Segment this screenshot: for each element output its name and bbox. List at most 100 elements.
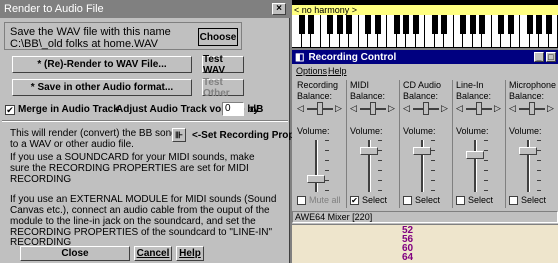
volume-tick xyxy=(325,180,329,181)
mixer-channel: Microphone Balance: ◁ ▷ Volume: Select xyxy=(507,80,558,208)
rerender-button[interactable]: * (Re)-Render to WAV File... xyxy=(12,56,192,73)
volume-tick xyxy=(378,170,382,171)
piano-black-key[interactable] xyxy=(545,14,552,34)
balance-label: Balance: xyxy=(403,91,439,101)
minimize-icon[interactable]: _ xyxy=(534,52,544,62)
volume-slider[interactable] xyxy=(413,146,431,155)
piano-black-key[interactable] xyxy=(336,14,343,34)
merge-label: Merge in Audio Track xyxy=(18,104,119,115)
piano-black-key[interactable] xyxy=(460,14,466,34)
mixer-channel: Recording Balance: ◁ ▷ Volume: Mute all xyxy=(295,80,347,208)
volume-tick xyxy=(378,190,382,191)
harmony-label: < no harmony > xyxy=(294,5,358,15)
save-other-format-button[interactable]: * Save in other Audio format... xyxy=(12,79,192,96)
close-button[interactable]: Close xyxy=(20,246,130,261)
volume-tick xyxy=(484,190,488,191)
piano-black-key[interactable] xyxy=(403,14,409,34)
volume-tick xyxy=(431,150,435,151)
recording-properties-button[interactable]: ⊪ xyxy=(172,128,186,142)
volume-tick xyxy=(537,160,541,161)
volume-track xyxy=(474,140,477,192)
adjust-volume-input[interactable]: 0 xyxy=(222,102,244,116)
mixer-status: AWE64 Mixer [220] xyxy=(292,211,558,223)
piano-black-key[interactable] xyxy=(327,14,333,34)
balance-slider[interactable] xyxy=(317,102,323,115)
piano-black-key[interactable] xyxy=(346,14,352,34)
piano-black-key[interactable] xyxy=(479,14,485,34)
channel-name: Microphone xyxy=(509,80,557,90)
menu-help[interactable]: Help xyxy=(328,65,347,77)
piano-black-key[interactable] xyxy=(365,14,371,34)
help-button[interactable]: Help xyxy=(176,246,204,261)
volume-tick xyxy=(537,170,541,171)
piano-black-key[interactable] xyxy=(536,14,542,34)
balance-slider[interactable] xyxy=(529,102,535,115)
piano-black-key[interactable] xyxy=(498,14,504,34)
menu-options[interactable]: Options xyxy=(296,65,327,77)
volume-tick xyxy=(431,170,435,171)
merge-checkbox[interactable]: ✔ xyxy=(5,105,15,115)
volume-tick xyxy=(484,180,488,181)
piano-black-key[interactable] xyxy=(441,14,447,34)
select-checkbox[interactable] xyxy=(509,196,518,205)
save-path: C:\BB\_old folks at home.WAV xyxy=(10,38,158,50)
mixer-title: Recording Control xyxy=(308,51,397,63)
mixer-titlebar[interactable]: ◧ Recording Control xyxy=(292,50,558,64)
piano-black-key[interactable] xyxy=(431,14,438,34)
volume-track xyxy=(315,140,318,192)
volume-tick xyxy=(325,160,329,161)
volume-tick xyxy=(537,190,541,191)
choose-button[interactable]: Choose xyxy=(198,28,238,46)
volume-tick xyxy=(431,140,435,141)
volume-slider[interactable] xyxy=(307,175,325,184)
balance-label: Balance: xyxy=(350,91,386,101)
test-other-button[interactable]: Test Other xyxy=(202,77,244,99)
piano-black-key[interactable] xyxy=(374,14,381,34)
dialog-titlebar[interactable]: Render to Audio File xyxy=(0,0,290,18)
select-checkbox[interactable] xyxy=(297,196,306,205)
speaker-right-icon: ▷ xyxy=(494,103,501,113)
test-wav-button[interactable]: Test WAV xyxy=(202,54,244,76)
volume-label: Volume: xyxy=(456,126,489,136)
piano-black-key[interactable] xyxy=(469,14,476,34)
volume-tick xyxy=(431,160,435,161)
volume-tick xyxy=(537,180,541,181)
info-line-2: to a WAV or other audio file. xyxy=(10,139,134,150)
piano-black-key[interactable] xyxy=(298,14,305,34)
maximize-icon[interactable]: □ xyxy=(546,52,556,62)
volume-slider[interactable] xyxy=(519,146,537,155)
select-checkbox[interactable] xyxy=(403,196,412,205)
piano-black-key[interactable] xyxy=(507,14,514,34)
save-group-label: Save the WAV file with this name xyxy=(10,26,171,38)
volume-slider[interactable] xyxy=(466,151,484,159)
dialog-title: Render to Audio File xyxy=(4,3,104,15)
balance-slider[interactable] xyxy=(476,102,482,115)
volume-tick xyxy=(537,150,541,151)
balance-label: Balance: xyxy=(297,91,333,101)
balance-slider[interactable] xyxy=(423,102,429,115)
close-icon[interactable]: × xyxy=(272,3,286,15)
volume-tick xyxy=(378,180,382,181)
divider xyxy=(2,120,288,122)
select-checkbox[interactable]: ✔ xyxy=(350,196,359,205)
select-label: Select xyxy=(362,195,388,205)
harmony-display: < no harmony > xyxy=(292,5,558,15)
volume-tick xyxy=(484,170,488,171)
speaker-left-icon: ◁ xyxy=(403,103,410,113)
piano-black-key[interactable] xyxy=(526,14,533,34)
volume-label: Volume: xyxy=(509,126,542,136)
speaker-left-icon: ◁ xyxy=(509,103,516,113)
piano-black-key[interactable] xyxy=(393,14,400,34)
volume-tick xyxy=(378,150,382,151)
select-checkbox[interactable] xyxy=(456,196,465,205)
piano-black-key[interactable] xyxy=(308,14,314,34)
channel-name: MIDI xyxy=(350,80,369,90)
volume-slider[interactable] xyxy=(360,146,378,155)
speaker-left-icon: ◁ xyxy=(350,103,357,113)
balance-slider[interactable] xyxy=(370,102,376,115)
select-label: Select xyxy=(468,195,494,205)
piano-black-key[interactable] xyxy=(412,14,419,34)
adjust-unit: dB xyxy=(250,104,264,115)
balance-label: Balance: xyxy=(509,91,545,101)
cancel-button[interactable]: Cancel xyxy=(134,246,172,261)
